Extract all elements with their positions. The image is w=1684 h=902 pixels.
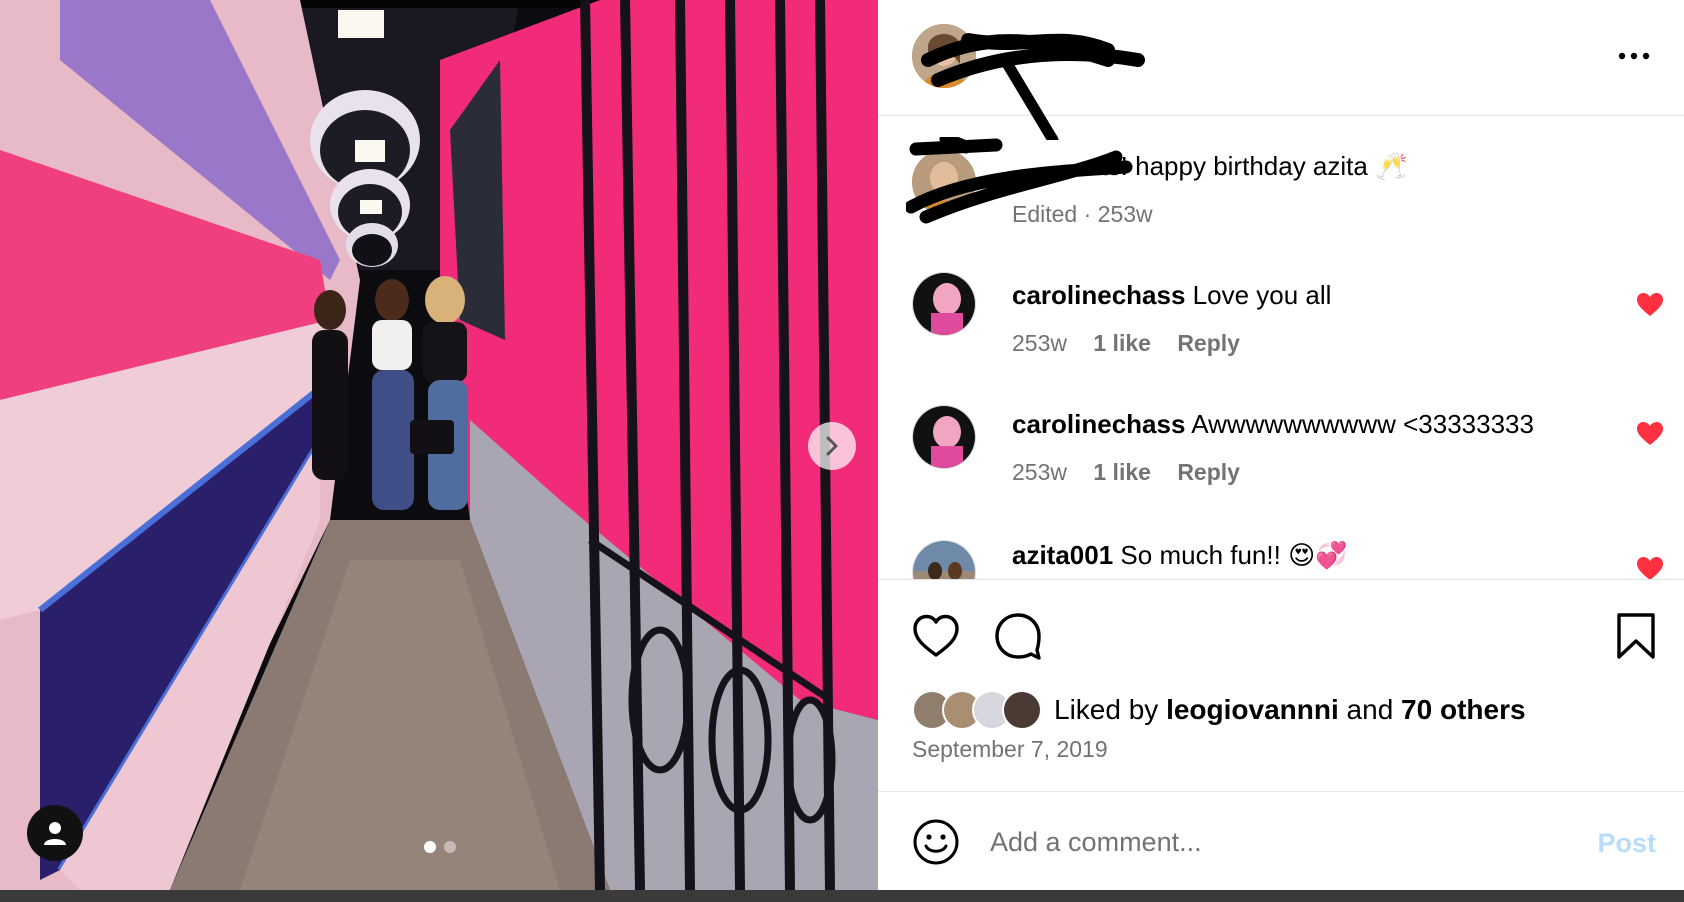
comment-heart-icon[interactable]: [1636, 556, 1664, 579]
comment-reply-button[interactable]: Reply: [1177, 459, 1240, 485]
caption-meta: Edited · 253w: [1012, 201, 1153, 227]
next-slide-button[interactable]: [808, 422, 856, 470]
background-strip: [0, 890, 1684, 902]
comments-list[interactable]: ots! happy birthday azita 🥂 Edited · 253…: [878, 117, 1684, 579]
commenter-avatar-image: [913, 406, 975, 468]
carousel-dot-active: [424, 841, 436, 853]
commenter-avatar[interactable]: [912, 405, 976, 469]
heart-outline-icon: [913, 614, 959, 657]
more-options-icon: [1618, 52, 1650, 60]
comment-username[interactable]: carolinechass: [1012, 280, 1185, 310]
post-actions: Liked by leogiovannni and 70 others Sept…: [878, 579, 1684, 792]
photo-image: [0, 0, 878, 890]
post-photo[interactable]: [0, 0, 878, 890]
comment-like-count[interactable]: 1 like: [1093, 330, 1151, 356]
caption-text: ots! happy birthday azita 🥂: [1086, 151, 1408, 181]
commenter-avatar-image: [913, 541, 975, 579]
comment-age: 253w: [1012, 459, 1067, 485]
save-button[interactable]: [1610, 610, 1662, 662]
bookmark-icon: [1617, 613, 1655, 659]
comment-text: azita001 So much fun!! 😍💞: [1012, 540, 1348, 571]
comment-meta: 253w 1 like Reply: [1012, 330, 1260, 357]
comment-username[interactable]: carolinechass: [1012, 409, 1185, 439]
comment-username[interactable]: azita001: [1012, 540, 1113, 570]
likes-conjunction: and: [1346, 694, 1394, 725]
like-button[interactable]: [910, 610, 962, 662]
comment-input[interactable]: [990, 820, 1550, 864]
post-header: [878, 0, 1684, 140]
comment-body: So much fun!! 😍💞: [1120, 540, 1348, 570]
more-options-button[interactable]: [1614, 40, 1654, 70]
liker-avatar: [1002, 690, 1042, 730]
post-date[interactable]: September 7, 2019: [912, 736, 1108, 763]
likes-summary: Liked by leogiovannni and 70 others: [912, 688, 1526, 732]
liker-avatars: [912, 690, 1042, 730]
comment-heart-icon[interactable]: [1636, 421, 1664, 447]
likes-others-link[interactable]: 70 others: [1401, 694, 1526, 726]
emoji-button[interactable]: [912, 818, 960, 866]
tagged-users-button[interactable]: [27, 805, 83, 861]
commenter-avatar-image: [913, 273, 975, 335]
comment-text: carolinechass Love you all: [1012, 280, 1331, 311]
post-details-panel: ots! happy birthday azita 🥂 Edited · 253…: [878, 0, 1684, 890]
comment-reply-button[interactable]: Reply: [1177, 330, 1240, 356]
comment-heart-icon[interactable]: [1636, 292, 1664, 318]
carousel-indicator: [424, 841, 456, 853]
speech-bubble-icon: [995, 613, 1041, 660]
person-icon: [44, 822, 66, 845]
commenter-avatar[interactable]: [912, 540, 976, 579]
comment-like-count[interactable]: 1 like: [1093, 459, 1151, 485]
comment-text: carolinechass Awwwwwwwwww <33333333: [1012, 409, 1534, 440]
carousel-dot: [444, 841, 456, 853]
likes-user-link[interactable]: leogiovannni: [1166, 694, 1339, 726]
comment-button[interactable]: [992, 610, 1044, 662]
comment-age: 253w: [1012, 330, 1067, 356]
comment-body: Love you all: [1192, 280, 1332, 310]
comment-meta: 253w 1 like Reply: [1012, 459, 1260, 486]
likes-prefix: Liked by: [1054, 694, 1159, 725]
chevron-right-icon: [826, 436, 838, 456]
commenter-avatar[interactable]: [912, 272, 976, 336]
comment-body: Awwwwwwwwww <33333333: [1191, 409, 1534, 439]
post-comment-button[interactable]: Post: [1597, 828, 1656, 859]
smiley-icon: [913, 819, 959, 865]
add-comment-bar: Post: [878, 792, 1684, 890]
